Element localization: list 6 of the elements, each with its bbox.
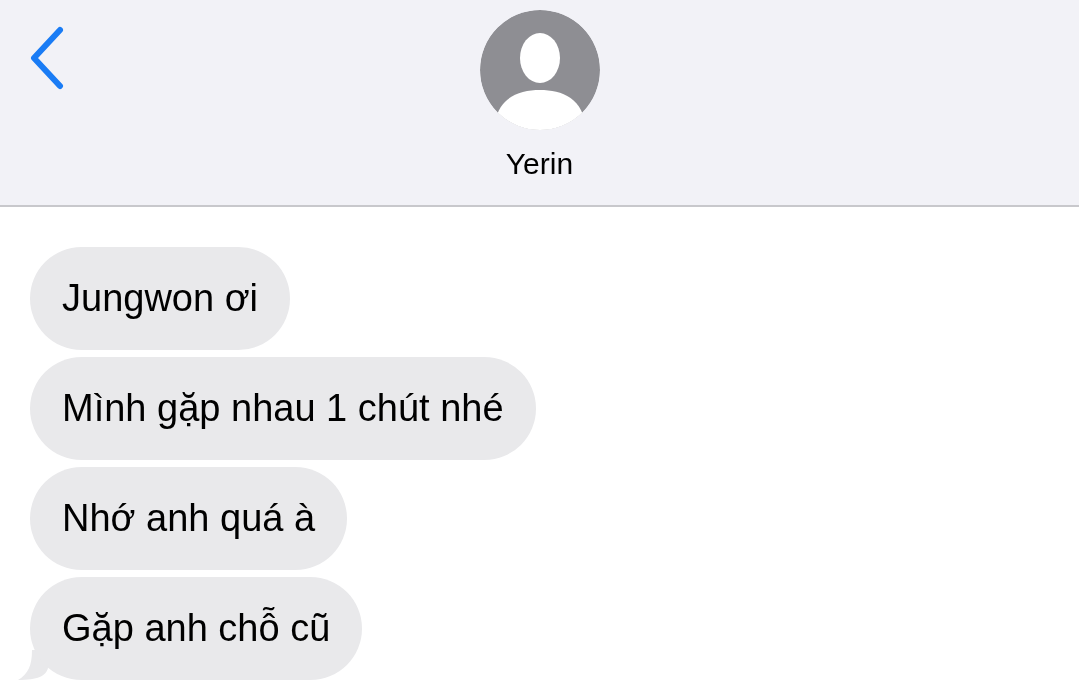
- message-bubble: Mình gặp nhau 1 chút nhé: [30, 357, 536, 460]
- message-bubble: Jungwon ơi: [30, 247, 291, 350]
- message-bubble: Nhớ anh quá à: [30, 467, 348, 570]
- contact-name: Yerin: [505, 146, 574, 182]
- message-bubble: Gặp anh chỗ cũ: [30, 577, 363, 680]
- avatar-icon[interactable]: [479, 10, 600, 130]
